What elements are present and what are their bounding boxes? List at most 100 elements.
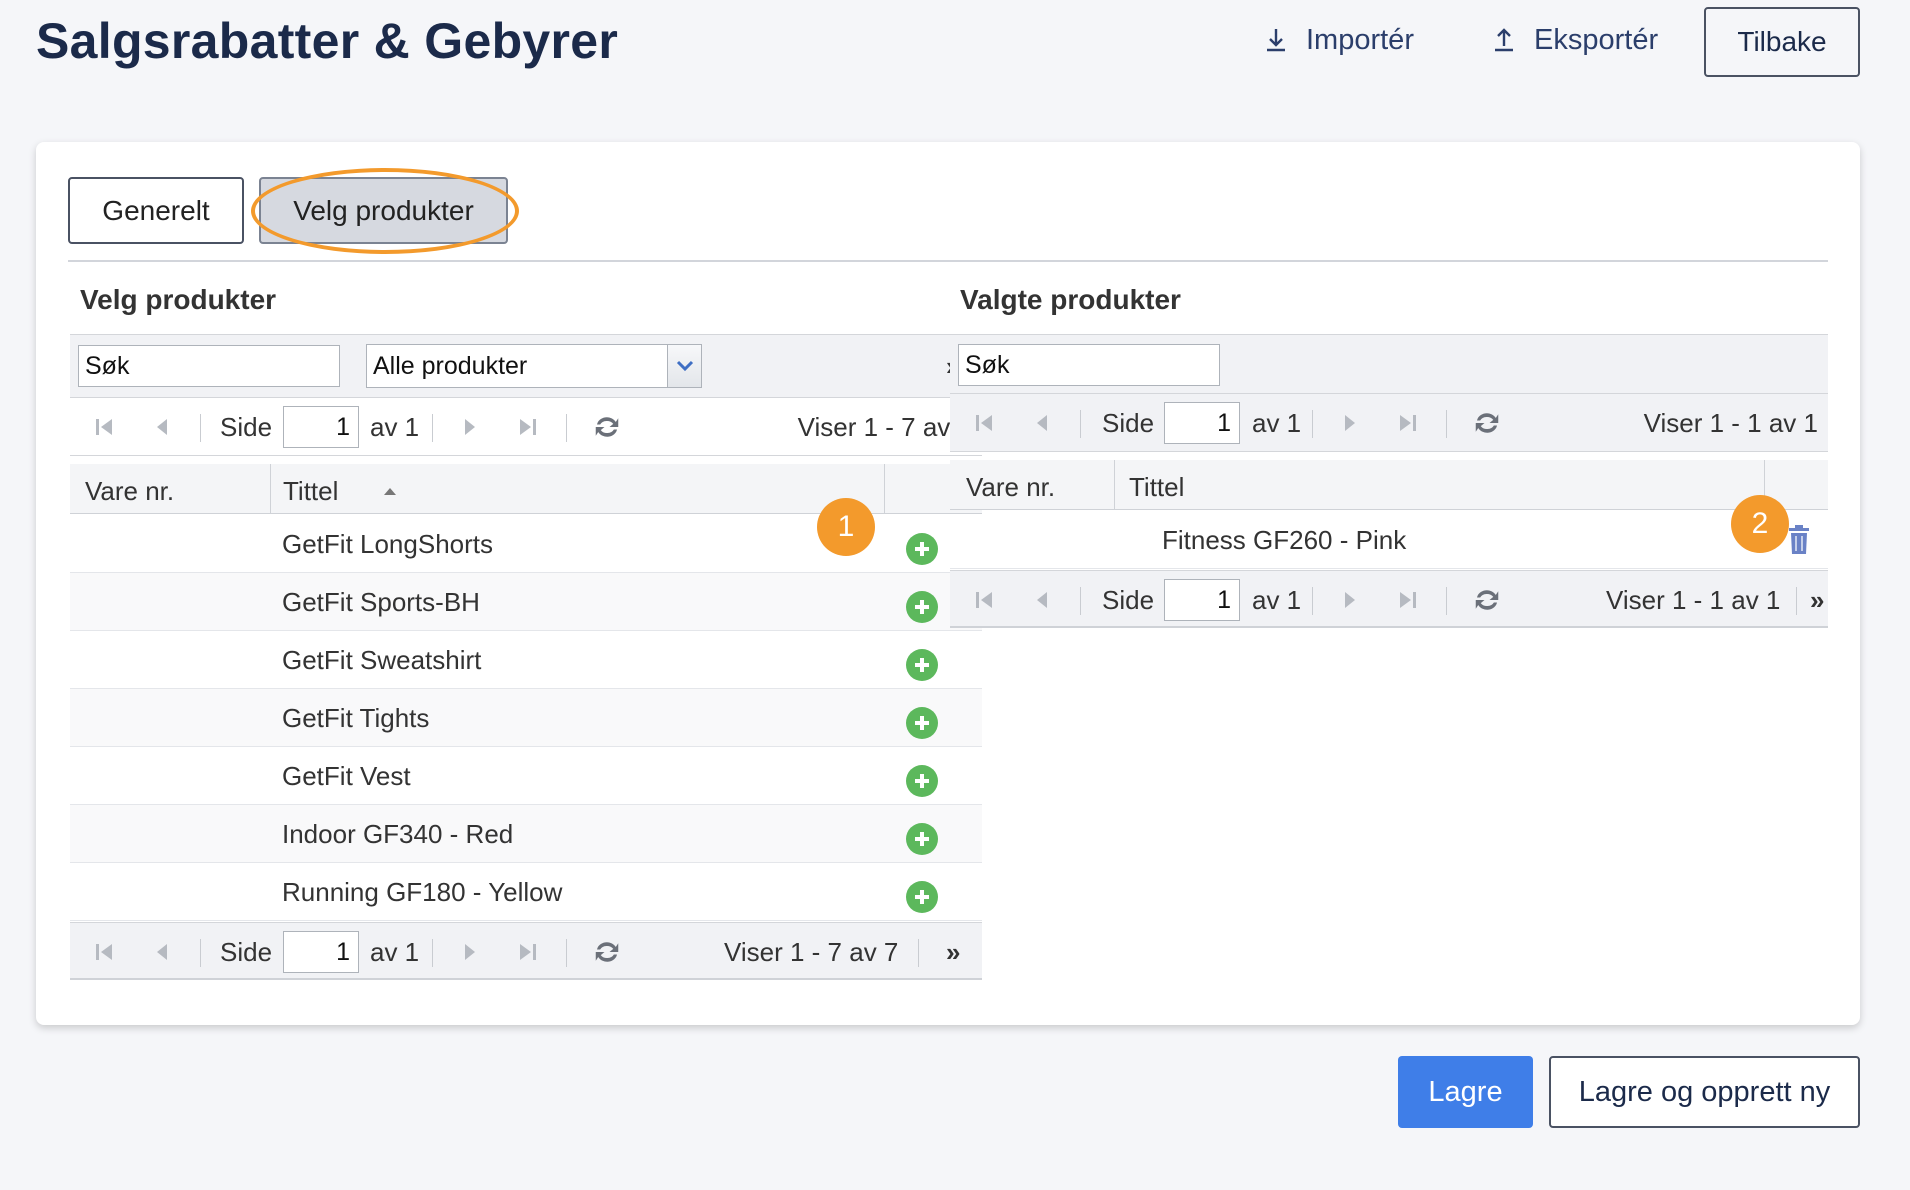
- last-page-icon[interactable]: [1396, 588, 1420, 612]
- pager-separator: [1446, 587, 1447, 615]
- first-page-icon[interactable]: [92, 415, 116, 439]
- add-product-icon[interactable]: [906, 707, 938, 739]
- page-label: Side: [1102, 408, 1155, 438]
- more-icon[interactable]: »: [1810, 585, 1824, 616]
- page-of-label: av 1: [370, 412, 420, 442]
- column-header-item-no[interactable]: Vare nr.: [966, 472, 1055, 503]
- pager-separator: [566, 939, 567, 967]
- first-page-icon[interactable]: [972, 588, 996, 612]
- last-page-icon[interactable]: [516, 415, 540, 439]
- product-filter-select[interactable]: Alle produkter: [366, 344, 702, 388]
- page-title: Salgsrabatter & Gebyrer: [36, 13, 619, 69]
- refresh-icon[interactable]: [1472, 585, 1502, 615]
- page-input[interactable]: 1: [1164, 402, 1240, 444]
- pager-separator: [566, 414, 567, 442]
- pager-separator: [200, 414, 201, 442]
- next-page-icon[interactable]: [458, 940, 482, 964]
- prev-page-icon[interactable]: [1030, 411, 1054, 435]
- main-card: Generelt Velg produkter Velg produkter S…: [36, 142, 1860, 1025]
- save-button[interactable]: Lagre: [1398, 1056, 1533, 1128]
- import-label: Importér: [1306, 23, 1414, 56]
- product-filter-value: Alle produkter: [373, 351, 528, 380]
- page-of-label: av 1: [1252, 585, 1302, 615]
- right-filter-toolbar: Søk: [950, 334, 1828, 394]
- left-pager-top: Side 1 av 1 Viser 1 - 7 av 7: [70, 398, 982, 456]
- selected-list-item: Fitness GF260 - Pink: [950, 511, 1828, 569]
- list-item: Indoor GF340 - Red: [70, 805, 982, 863]
- column-separator: [1114, 460, 1115, 510]
- refresh-icon[interactable]: [592, 937, 622, 967]
- export-button[interactable]: Eksportér: [1490, 18, 1658, 62]
- sort-asc-icon: [384, 488, 396, 495]
- next-page-icon[interactable]: [1338, 588, 1362, 612]
- right-panel-title: Valgte produkter: [960, 284, 1181, 315]
- column-header-title[interactable]: Tittel: [1129, 472, 1184, 503]
- download-icon: [1267, 29, 1285, 52]
- column-header-item-no[interactable]: Vare nr.: [85, 476, 174, 507]
- pager-separator: [1446, 410, 1447, 438]
- chevron-down-icon[interactable]: [667, 345, 701, 387]
- pager-separator: [918, 939, 919, 967]
- right-column-header: Vare nr. Tittel: [950, 460, 1828, 510]
- pager-info: Viser 1 - 7 av 7: [724, 937, 899, 967]
- annotation-badge-1: 1: [817, 498, 875, 556]
- refresh-icon[interactable]: [1472, 408, 1502, 438]
- product-title: Fitness GF260 - Pink: [1162, 525, 1407, 555]
- add-product-icon[interactable]: [906, 591, 938, 623]
- page-label: Side: [220, 412, 273, 442]
- page-input[interactable]: 1: [1164, 579, 1240, 621]
- tab-divider: [68, 260, 1828, 262]
- save-and-create-new-button[interactable]: Lagre og opprett ny: [1549, 1056, 1860, 1128]
- column-separator: [884, 464, 885, 514]
- tab-general[interactable]: Generelt: [68, 177, 244, 244]
- add-product-icon[interactable]: [906, 649, 938, 681]
- last-page-icon[interactable]: [516, 940, 540, 964]
- pager-separator: [1312, 410, 1313, 438]
- product-title: GetFit Sports-BH: [282, 587, 480, 617]
- refresh-icon[interactable]: [592, 412, 622, 442]
- pager-separator: [200, 939, 201, 967]
- column-separator: [270, 464, 271, 514]
- first-page-icon[interactable]: [92, 940, 116, 964]
- export-label: Eksportér: [1534, 23, 1659, 56]
- page-input[interactable]: 1: [283, 406, 359, 448]
- add-product-icon[interactable]: [906, 823, 938, 855]
- pager-separator: [432, 414, 433, 442]
- prev-page-icon[interactable]: [150, 415, 174, 439]
- right-pager-top: Side 1 av 1 Viser 1 - 1 av 1: [950, 394, 1828, 452]
- import-button[interactable]: Importér: [1262, 18, 1414, 62]
- pager-info: Viser 1 - 1 av 1: [1643, 408, 1818, 438]
- next-page-icon[interactable]: [1338, 411, 1362, 435]
- list-item: GetFit Vest: [70, 747, 982, 805]
- left-search-input[interactable]: Søk: [78, 345, 340, 387]
- tab-select-products[interactable]: Velg produkter: [259, 177, 508, 244]
- product-title: GetFit Tights: [282, 703, 430, 733]
- annotation-badge-2: 2: [1731, 495, 1789, 553]
- product-title: GetFit Vest: [282, 761, 411, 791]
- add-product-icon[interactable]: [906, 765, 938, 797]
- prev-page-icon[interactable]: [1030, 588, 1054, 612]
- page-label: Side: [220, 937, 273, 967]
- page-input[interactable]: 1: [283, 931, 359, 973]
- column-header-title[interactable]: Tittel: [283, 476, 338, 507]
- first-page-icon[interactable]: [972, 411, 996, 435]
- back-button[interactable]: Tilbake: [1704, 7, 1860, 77]
- pager-separator: [1312, 587, 1313, 615]
- pager-separator: [1080, 410, 1081, 438]
- right-search-input[interactable]: Søk: [958, 344, 1220, 386]
- last-page-icon[interactable]: [1396, 411, 1420, 435]
- prev-page-icon[interactable]: [150, 940, 174, 964]
- more-icon[interactable]: »: [946, 937, 960, 968]
- add-product-icon[interactable]: [906, 533, 938, 565]
- page-of-label: av 1: [1252, 408, 1302, 438]
- next-page-icon[interactable]: [458, 415, 482, 439]
- trash-icon[interactable]: [1788, 525, 1810, 555]
- list-item: GetFit Sports-BH: [70, 573, 982, 631]
- list-item: GetFit Sweatshirt: [70, 631, 982, 689]
- pager-separator: [1796, 587, 1797, 615]
- list-item: Running GF180 - Yellow: [70, 863, 982, 921]
- left-pager-bottom: Side 1 av 1 Viser 1 - 7 av 7 »: [70, 922, 982, 980]
- left-panel-title: Velg produkter: [80, 284, 277, 315]
- list-item: GetFit Tights: [70, 689, 982, 747]
- add-product-icon[interactable]: [906, 881, 938, 913]
